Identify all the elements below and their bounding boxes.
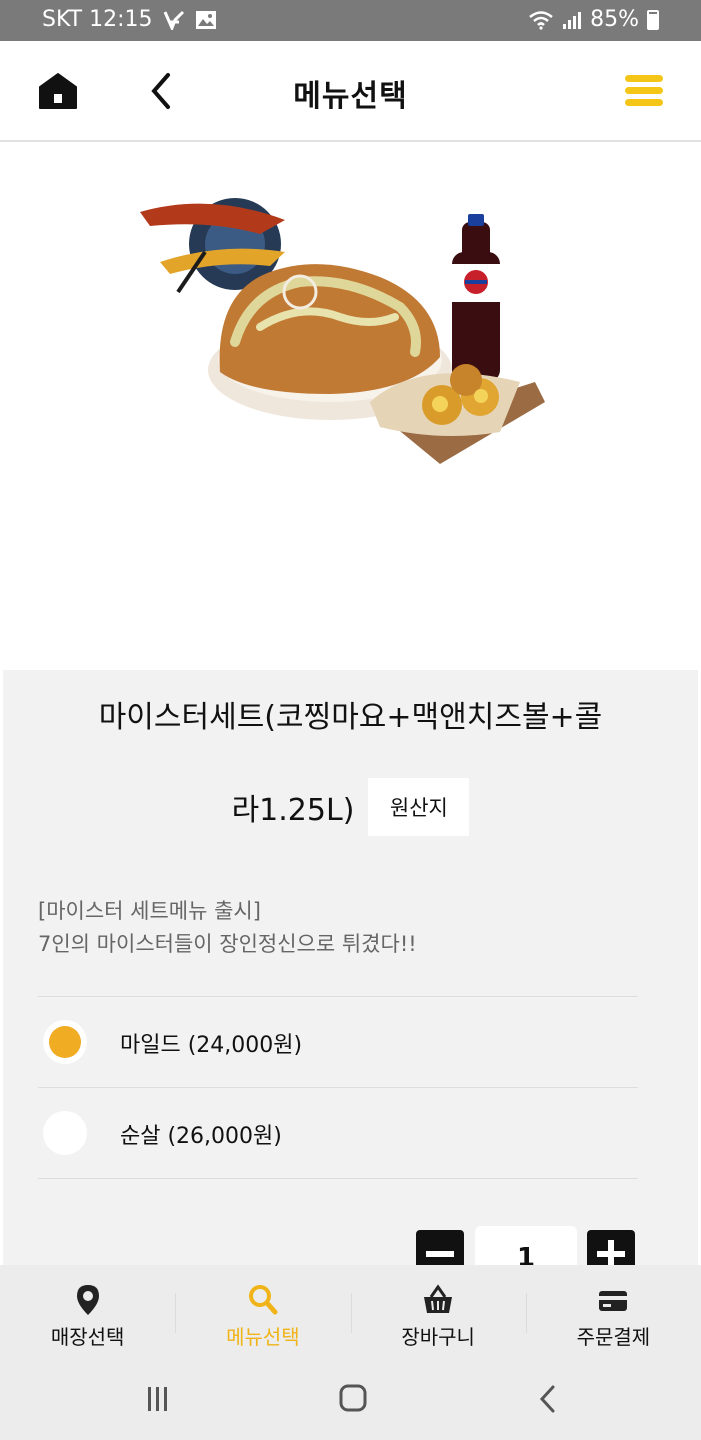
divider <box>38 1178 638 1179</box>
status-left: SKT 12:15 <box>42 7 217 32</box>
radio-unselected[interactable] <box>43 1111 87 1155</box>
nav-cart[interactable]: 장바구니 <box>350 1265 526 1360</box>
signal-icon <box>563 11 582 29</box>
nav-label: 매장선택 <box>50 1325 125 1349</box>
nav-store-select[interactable]: 매장선택 <box>0 1265 175 1360</box>
option-label: 순살 (26,000원) <box>120 1124 282 1149</box>
system-back-icon[interactable] <box>538 1384 558 1414</box>
page-title: 메뉴선택 <box>293 79 408 114</box>
description-line1: [마이스터 세트메뉴 출시] <box>38 899 261 923</box>
system-navigation-bar <box>0 1360 701 1440</box>
product-detail-panel: 마이스터세트(코찡마요+맥앤치즈볼+콜 라1.25L) 원산지 [마이스터 세트… <box>3 670 698 1282</box>
notification-v-icon <box>163 10 184 30</box>
nav-menu-select[interactable]: 메뉴선택 <box>175 1265 350 1360</box>
bottom-navigation: 매장선택 메뉴선택 장바구니 주문결제 <box>0 1265 701 1360</box>
hamburger-menu-icon[interactable] <box>625 75 663 107</box>
chicken-set-with-cola-photo <box>140 198 545 464</box>
option-mild[interactable]: 마일드 (24,000원) <box>38 997 638 1087</box>
option-label: 마일드 (24,000원) <box>120 1033 303 1058</box>
nav-label: 메뉴선택 <box>226 1325 300 1349</box>
carrier-time: SKT 12:15 <box>42 7 153 32</box>
product-name-line2-row: 라1.25L) 원산지 <box>3 778 698 836</box>
map-pin-icon <box>76 1285 99 1315</box>
option-boneless[interactable]: 순살 (26,000원) <box>38 1088 638 1178</box>
credit-card-icon <box>599 1291 628 1311</box>
product-name-line2: 라1.25L) <box>231 793 355 828</box>
description-line2: 7인의 마이스터들이 장인정신으로 튀겼다!! <box>38 932 417 956</box>
basket-icon <box>424 1284 453 1313</box>
origin-button[interactable]: 원산지 <box>368 778 470 836</box>
app-header: 메뉴선택 <box>0 41 701 142</box>
search-icon <box>248 1285 278 1315</box>
image-icon <box>195 10 216 29</box>
nav-label: 주문결제 <box>576 1325 651 1349</box>
nav-label: 장바구니 <box>401 1325 475 1349</box>
status-bar: SKT 12:15 85% <box>0 0 701 41</box>
battery-percent: 85% <box>590 7 639 32</box>
status-right: 85% <box>528 7 659 32</box>
product-description: [마이스터 세트메뉴 출시] 7인의 마이스터들이 장인정신으로 튀겼다!! <box>38 895 417 961</box>
product-name-line1: 마이스터세트(코찡마요+맥앤치즈볼+콜 <box>98 700 603 735</box>
radio-selected[interactable] <box>43 1020 87 1064</box>
wifi-icon <box>529 10 553 30</box>
recent-apps-icon[interactable] <box>145 1386 171 1412</box>
nav-checkout[interactable]: 주문결제 <box>525 1265 701 1360</box>
battery-icon <box>647 9 659 30</box>
home-circle-icon[interactable] <box>339 1384 367 1412</box>
product-image-area <box>0 142 701 670</box>
